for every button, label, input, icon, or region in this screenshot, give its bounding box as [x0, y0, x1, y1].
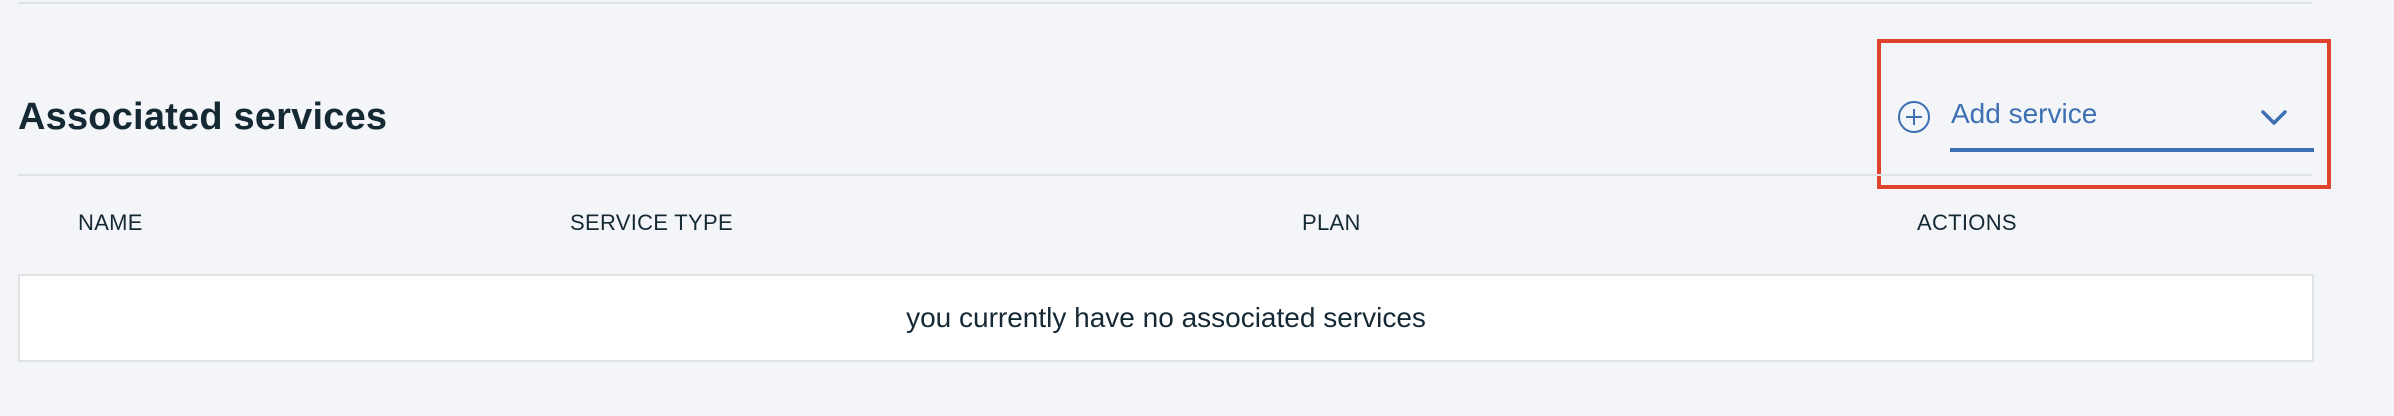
section-title: Associated services: [18, 96, 388, 138]
top-divider: [18, 2, 2312, 4]
add-service-dropdown[interactable]: Add service: [1894, 90, 2314, 154]
table-header: NAME SERVICE TYPE PLAN ACTIONS: [0, 210, 2394, 240]
add-service-underline: [1950, 148, 2314, 152]
section-divider: [18, 174, 2312, 176]
column-header-service-type: SERVICE TYPE: [570, 210, 733, 235]
column-header-name: NAME: [78, 210, 143, 235]
column-header-actions: ACTIONS: [1917, 210, 2017, 235]
chevron-down-icon[interactable]: [2260, 106, 2288, 128]
column-header-plan: PLAN: [1302, 210, 1361, 235]
plus-circle-icon: [1898, 101, 1930, 133]
add-service-label: Add service: [1951, 98, 2098, 129]
empty-state-message: you currently have no associated service…: [906, 302, 1426, 333]
empty-state-row: you currently have no associated service…: [18, 274, 2314, 362]
associated-services-page: Associated services Add service NAME SER…: [0, 0, 2394, 416]
